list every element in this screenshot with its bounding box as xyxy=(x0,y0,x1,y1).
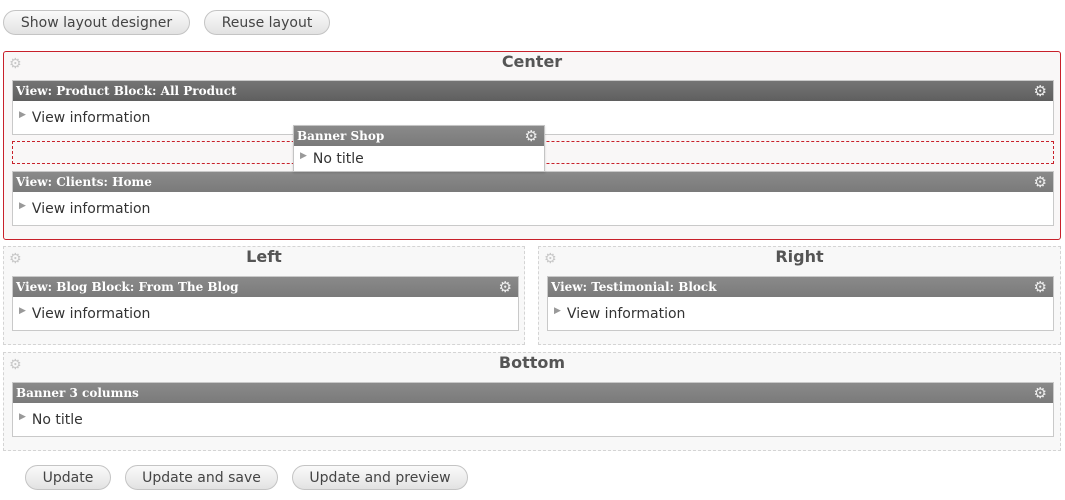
pane-gear-icon[interactable]: ⚙ xyxy=(525,126,538,146)
triangle-right-icon[interactable]: ▶ xyxy=(300,151,307,161)
pane-body-text[interactable]: View information xyxy=(32,201,150,217)
pane-body: ▶ View information xyxy=(13,192,1053,226)
pane-clients-home[interactable]: View: Clients: Home ⚙ ▶ View information xyxy=(12,171,1054,226)
pane-body-text[interactable]: No title xyxy=(313,151,364,167)
region-right: ⚙ Right View: Testimonial: Block ⚙ ▶ Vie… xyxy=(538,246,1061,345)
update-and-preview-button[interactable]: Update and preview xyxy=(292,465,468,490)
pane-title: Banner Shop xyxy=(297,129,385,143)
pane-body: ▶ No title xyxy=(13,403,1053,437)
region-left-title: Left xyxy=(246,247,282,266)
pane-body-text[interactable]: View information xyxy=(32,306,150,322)
region-right-title: Right xyxy=(775,247,824,266)
pane-header[interactable]: View: Product Block: All Product ⚙ xyxy=(13,81,1053,101)
pane-title: View: Testimonial: Block xyxy=(551,280,717,294)
triangle-right-icon[interactable]: ▶ xyxy=(19,201,26,211)
region-center-title: Center xyxy=(501,52,563,71)
pane-gear-icon[interactable]: ⚙ xyxy=(1034,172,1047,192)
pane-testimonial-block[interactable]: View: Testimonial: Block ⚙ ▶ View inform… xyxy=(547,276,1054,331)
region-bottom: ⚙ Bottom Banner 3 columns ⚙ ▶ No title xyxy=(3,352,1061,451)
pane-body-text[interactable]: View information xyxy=(32,110,150,126)
pane-gear-icon[interactable]: ⚙ xyxy=(1034,383,1047,403)
pane-gear-icon[interactable]: ⚙ xyxy=(499,277,512,297)
pane-body-text[interactable]: No title xyxy=(32,412,83,428)
pane-banner-3-columns[interactable]: Banner 3 columns ⚙ ▶ No title xyxy=(12,382,1054,437)
pane-body: ▶ No title xyxy=(294,146,544,171)
region-bottom-title: Bottom xyxy=(498,353,566,372)
pane-header[interactable]: Banner 3 columns ⚙ xyxy=(13,383,1053,403)
pane-blog-block[interactable]: View: Blog Block: From The Blog ⚙ ▶ View… xyxy=(12,276,519,331)
triangle-right-icon[interactable]: ▶ xyxy=(19,110,26,120)
pane-body: ▶ View information xyxy=(13,297,518,331)
pane-body: ▶ View information xyxy=(548,297,1053,331)
pane-title: View: Blog Block: From The Blog xyxy=(16,280,239,294)
pane-gear-icon[interactable]: ⚙ xyxy=(1034,277,1047,297)
pane-header[interactable]: Banner Shop ⚙ xyxy=(294,126,544,146)
pane-gear-icon[interactable]: ⚙ xyxy=(1034,81,1047,101)
pane-header[interactable]: View: Blog Block: From The Blog ⚙ xyxy=(13,277,518,297)
update-and-save-button[interactable]: Update and save xyxy=(125,465,278,490)
triangle-right-icon[interactable]: ▶ xyxy=(19,306,26,316)
pane-title: Banner 3 columns xyxy=(16,386,139,400)
region-left: ⚙ Left View: Blog Block: From The Blog ⚙… xyxy=(3,246,525,345)
pane-header[interactable]: View: Testimonial: Block ⚙ xyxy=(548,277,1053,297)
pane-body-text[interactable]: View information xyxy=(567,306,685,322)
update-button[interactable]: Update xyxy=(25,465,111,490)
dragged-pane-banner-shop[interactable]: Banner Shop ⚙ ▶ No title xyxy=(293,125,545,172)
reuse-layout-button[interactable]: Reuse layout xyxy=(204,10,330,35)
triangle-right-icon[interactable]: ▶ xyxy=(19,412,26,422)
pane-title: View: Clients: Home xyxy=(16,175,152,189)
pane-title: View: Product Block: All Product xyxy=(16,84,237,98)
triangle-right-icon[interactable]: ▶ xyxy=(554,306,561,316)
show-layout-designer-button[interactable]: Show layout designer xyxy=(3,10,190,35)
pane-header[interactable]: View: Clients: Home ⚙ xyxy=(13,172,1053,192)
